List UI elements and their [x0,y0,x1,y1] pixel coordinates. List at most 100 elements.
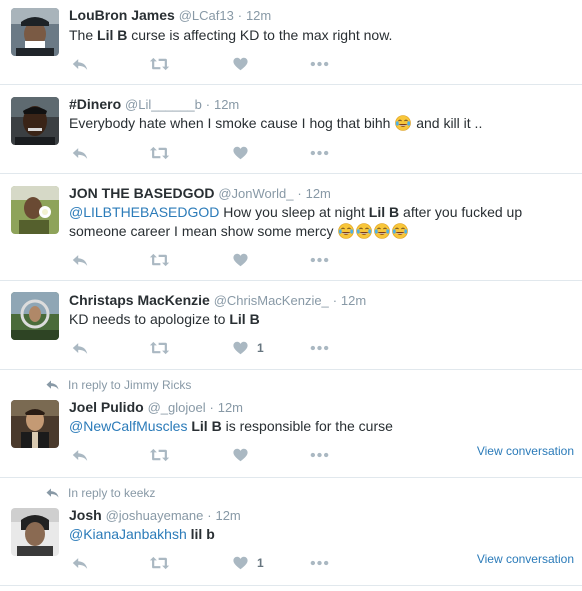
mention-link[interactable]: @KianaJanbakhsh [69,526,187,542]
timestamp[interactable]: 12m [218,400,243,415]
display-name[interactable]: Joel Pulido [69,399,144,415]
highlighted-term: Lil B [368,204,400,220]
highlighted-term: lil b [190,526,215,542]
tweet-actions [69,250,549,270]
more-icon [310,257,329,263]
retweet-icon [149,341,170,355]
avatar[interactable] [11,508,59,556]
tweet-actions [69,143,549,163]
more-icon [310,345,329,351]
tweet-text: Everybody hate when I smoke cause I hog … [69,114,549,133]
separator-dot: · [209,400,214,415]
timestamp[interactable]: 12m [246,8,271,23]
reply-button[interactable] [71,338,89,358]
mention-link[interactable]: @LILBTHEBASEDGOD [69,204,219,220]
reply-button[interactable] [71,143,89,163]
heart-icon [233,341,248,355]
display-name[interactable]: LouBron James [69,7,175,23]
more-button[interactable] [310,143,329,163]
view-conversation-link[interactable]: View conversation [477,552,574,566]
more-button[interactable] [310,54,329,74]
reply-button[interactable] [71,553,89,573]
tweet-text-part: is responsible for the curse [221,418,393,434]
tweet-text-part: The [69,27,98,43]
username[interactable]: @JonWorld_ [218,186,293,201]
retweet-button[interactable] [149,553,170,573]
retweet-button[interactable] [149,143,170,163]
tweet-text-part: curse is affecting KD to the max right n… [127,27,393,43]
heart-icon [233,556,248,570]
tweet[interactable]: #Dinero @Lil______b · 12m Everybody hate… [0,85,582,174]
display-name[interactable]: Josh [69,507,102,523]
more-icon [310,452,329,458]
reply-icon [71,448,89,463]
like-button[interactable]: 1 [233,553,264,573]
heart-icon [233,253,248,267]
retweet-button[interactable] [149,54,170,74]
timestamp[interactable]: 12m [214,97,239,112]
avatar[interactable] [11,400,59,448]
timestamp[interactable]: 12m [215,508,240,523]
highlighted-term: Lil B [229,311,260,327]
username[interactable]: @ChrisMacKenzie_ [214,293,329,308]
avatar[interactable] [11,97,59,145]
retweet-button[interactable] [149,250,170,270]
username[interactable]: @_glojoel [148,400,206,415]
username[interactable]: @joshuayemane [106,508,204,523]
reply-context[interactable]: In reply to Jimmy Ricks [45,378,191,392]
avatar[interactable] [11,292,59,340]
display-name[interactable]: Christaps MacKenzie [69,292,210,308]
avatar[interactable] [11,8,59,56]
more-button[interactable] [310,445,329,465]
tweet-actions: 1 [69,338,549,358]
tweet-header: LouBron James @LCaf13 · 12m [69,7,271,23]
like-button[interactable] [233,54,257,74]
tweet-header: Joel Pulido @_glojoel · 12m [69,399,243,415]
separator-dot: · [332,293,338,308]
view-conversation-link[interactable]: View conversation [477,444,574,458]
timestamp[interactable]: 12m [341,293,366,308]
tweet[interactable]: LouBron James @LCaf13 · 12m The Lil B cu… [0,0,582,85]
like-count: 1 [257,556,264,570]
tweet-header: Josh @joshuayemane · 12m [69,507,241,523]
tweet-text: The Lil B curse is affecting KD to the m… [69,26,549,45]
tweet-header: JON THE BASEDGOD @JonWorld_ · 12m [69,185,331,201]
reply-icon [45,487,60,499]
reply-button[interactable] [71,250,89,270]
timeline: LouBron James @LCaf13 · 12m The Lil B cu… [0,0,582,591]
tweet[interactable]: Christaps MacKenzie @ChrisMacKenzie_ · 1… [0,281,582,370]
retweet-icon [149,146,170,160]
reply-context-text: In reply to Jimmy Ricks [68,378,192,392]
reply-icon [71,57,89,72]
like-button[interactable] [233,250,257,270]
separator-dot: · [205,97,211,112]
more-button[interactable] [310,553,329,573]
like-button[interactable]: 1 [233,338,264,358]
retweet-icon [149,57,170,71]
reply-button[interactable] [71,445,89,465]
heart-icon [233,146,248,160]
tweet[interactable]: JON THE BASEDGOD @JonWorld_ · 12m @LILBT… [0,174,582,281]
reply-button[interactable] [71,54,89,74]
tweet[interactable]: In reply to Jimmy Ricks Joel Pulido @_gl… [0,370,582,478]
mention-link[interactable]: @NewCalfMuscles [69,418,187,434]
retweet-button[interactable] [149,338,170,358]
display-name[interactable]: #Dinero [69,96,121,112]
tweet-text-part: KD needs to apologize to [69,311,230,327]
avatar[interactable] [11,186,59,234]
reply-context[interactable]: In reply to keekz [45,486,155,500]
tweet-header: #Dinero @Lil______b · 12m [69,96,239,112]
username[interactable]: @Lil______b [125,97,202,112]
like-button[interactable] [233,445,257,465]
username[interactable]: @LCaf13 [179,8,234,23]
more-button[interactable] [310,338,329,358]
reply-icon [71,556,89,571]
timestamp[interactable]: 12m [306,186,331,201]
tweet[interactable]: In reply to keekz Josh @joshuayemane · 1… [0,478,582,586]
tweet-header: Christaps MacKenzie @ChrisMacKenzie_ · 1… [69,292,366,308]
display-name[interactable]: JON THE BASEDGOD [69,185,214,201]
retweet-button[interactable] [149,445,170,465]
more-button[interactable] [310,250,329,270]
tweet-text-part: How you sleep at night [219,204,369,220]
like-button[interactable] [233,143,257,163]
